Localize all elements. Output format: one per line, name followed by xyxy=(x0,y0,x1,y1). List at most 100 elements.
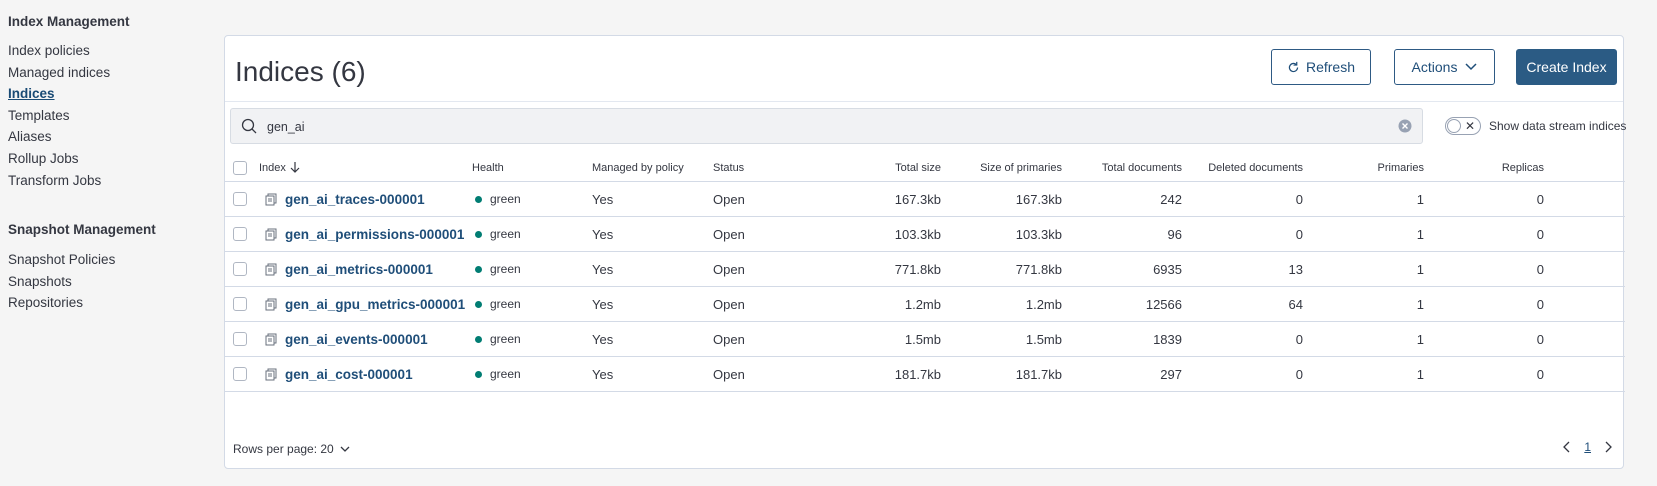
row-checkbox[interactable] xyxy=(233,192,247,206)
health-dot xyxy=(475,370,482,378)
deleted-documents-cell: 13 xyxy=(1288,261,1303,277)
sidebar-item-indices[interactable]: Indices xyxy=(8,86,55,101)
data-stream-toggle[interactable]: ✕ xyxy=(1445,117,1481,135)
managed-cell: Yes xyxy=(592,191,614,207)
sort-arrow-down-icon xyxy=(290,162,300,173)
total-size-cell: 771.8kb xyxy=(894,261,941,277)
total-documents-cell: 96 xyxy=(1167,226,1182,242)
primaries-cell: 1 xyxy=(1416,226,1424,242)
search-icon xyxy=(241,118,257,134)
sidebar-item-repositories[interactable]: Repositories xyxy=(8,295,83,310)
sidebar-item-index-policies[interactable]: Index policies xyxy=(8,43,90,58)
toggle-off-icon: ✕ xyxy=(1464,119,1475,133)
search-input[interactable] xyxy=(265,115,1365,139)
managed-cell: Yes xyxy=(592,226,614,242)
sidebar-item-aliases[interactable]: Aliases xyxy=(8,129,52,144)
primaries-cell: 1 xyxy=(1416,366,1424,382)
row-checkbox[interactable] xyxy=(233,332,247,346)
size-primaries-cell: 181.7kb xyxy=(1015,366,1062,382)
row-checkbox[interactable] xyxy=(233,262,247,276)
managed-cell: Yes xyxy=(592,261,614,277)
clear-search-icon[interactable] xyxy=(1398,119,1412,133)
primaries-cell: 1 xyxy=(1416,261,1424,277)
column-header-size-primaries[interactable]: Size of primaries xyxy=(955,154,1062,181)
index-icon xyxy=(265,228,277,240)
total-documents-cell: 1839 xyxy=(1153,331,1182,347)
row-checkbox[interactable] xyxy=(233,367,247,381)
sidebar-item-templates[interactable]: Templates xyxy=(8,108,70,123)
status-cell: Open xyxy=(713,261,745,277)
health-text: green xyxy=(490,332,521,346)
snapshot-management-heading: Snapshot Management xyxy=(8,222,156,237)
column-header-managed[interactable]: Managed by policy xyxy=(592,154,684,181)
sidebar-item-rollup-jobs[interactable]: Rollup Jobs xyxy=(8,151,79,166)
column-header-health[interactable]: Health xyxy=(472,154,504,181)
status-cell: Open xyxy=(713,191,745,207)
index-link[interactable]: gen_ai_events-000001 xyxy=(285,332,428,347)
chevron-left-icon[interactable] xyxy=(1562,441,1570,453)
replicas-cell: 0 xyxy=(1536,191,1544,207)
index-link[interactable]: gen_ai_metrics-000001 xyxy=(285,262,433,277)
table-row: gen_ai_traces-000001 green Yes Open 167.… xyxy=(225,182,1625,217)
column-header-index[interactable]: Index xyxy=(259,154,300,181)
total-documents-cell: 242 xyxy=(1160,191,1182,207)
index-link[interactable]: gen_ai_gpu_metrics-000001 xyxy=(285,297,465,312)
health-dot xyxy=(475,230,482,238)
size-primaries-cell: 167.3kb xyxy=(1015,191,1062,207)
replicas-cell: 0 xyxy=(1536,226,1544,242)
column-header-total-size[interactable]: Total size xyxy=(835,154,941,181)
sidebar-item-managed-indices[interactable]: Managed indices xyxy=(8,65,110,80)
size-primaries-cell: 103.3kb xyxy=(1015,226,1062,242)
column-header-deleted-documents[interactable]: Deleted documents xyxy=(1195,154,1303,181)
total-size-cell: 181.7kb xyxy=(894,366,941,382)
replicas-cell: 0 xyxy=(1536,296,1544,312)
status-cell: Open xyxy=(713,296,745,312)
sidebar-item-snapshot-policies[interactable]: Snapshot Policies xyxy=(8,252,115,267)
sidebar-item-transform-jobs[interactable]: Transform Jobs xyxy=(8,173,101,188)
column-header-replicas[interactable]: Replicas xyxy=(1435,154,1544,181)
rows-per-page-label: Rows per page: 20 xyxy=(233,442,334,456)
health-text: green xyxy=(490,297,521,311)
column-header-primaries[interactable]: Primaries xyxy=(1315,154,1424,181)
index-icon xyxy=(265,298,277,310)
chevron-right-icon[interactable] xyxy=(1605,441,1613,453)
sidebar-item-snapshots[interactable]: Snapshots xyxy=(8,274,72,289)
data-stream-toggle-label: Show data stream indices xyxy=(1489,119,1627,133)
health-dot xyxy=(475,300,482,308)
row-checkbox[interactable] xyxy=(233,297,247,311)
managed-cell: Yes xyxy=(592,366,614,382)
total-documents-cell: 297 xyxy=(1160,366,1182,382)
primaries-cell: 1 xyxy=(1416,296,1424,312)
refresh-label: Refresh xyxy=(1305,59,1356,75)
refresh-button[interactable]: Refresh xyxy=(1271,49,1371,85)
index-link[interactable]: gen_ai_cost-000001 xyxy=(285,367,413,382)
index-icon xyxy=(265,263,277,275)
page-title: Indices (6) xyxy=(235,56,366,87)
health-dot xyxy=(475,265,482,273)
table-row: gen_ai_metrics-000001 green Yes Open 771… xyxy=(225,252,1625,287)
primaries-cell: 1 xyxy=(1416,331,1424,347)
total-documents-cell: 12566 xyxy=(1145,296,1182,312)
index-link[interactable]: gen_ai_permissions-000001 xyxy=(285,227,464,242)
health-dot xyxy=(475,195,482,203)
replicas-cell: 0 xyxy=(1536,261,1544,277)
table-row: gen_ai_cost-000001 green Yes Open 181.7k… xyxy=(225,357,1625,392)
column-header-total-documents[interactable]: Total documents xyxy=(1075,154,1182,181)
replicas-cell: 0 xyxy=(1536,366,1544,382)
select-all-checkbox[interactable] xyxy=(233,160,247,175)
health-text: green xyxy=(490,192,521,206)
chevron-down-icon xyxy=(340,446,350,452)
total-documents-cell: 6935 xyxy=(1153,261,1182,277)
row-checkbox[interactable] xyxy=(233,227,247,241)
page-number[interactable]: 1 xyxy=(1584,440,1591,454)
pagination: 1 xyxy=(1562,440,1613,454)
create-index-button[interactable]: Create Index xyxy=(1516,49,1617,85)
total-size-cell: 167.3kb xyxy=(894,191,941,207)
index-link[interactable]: gen_ai_traces-000001 xyxy=(285,192,425,207)
indices-panel: Indices (6) Refresh Actions Create Index xyxy=(224,35,1627,469)
column-header-status[interactable]: Status xyxy=(713,154,744,181)
status-cell: Open xyxy=(713,331,745,347)
actions-button[interactable]: Actions xyxy=(1394,49,1495,85)
rows-per-page-selector[interactable]: Rows per page: 20 xyxy=(233,442,350,456)
deleted-documents-cell: 64 xyxy=(1288,296,1303,312)
